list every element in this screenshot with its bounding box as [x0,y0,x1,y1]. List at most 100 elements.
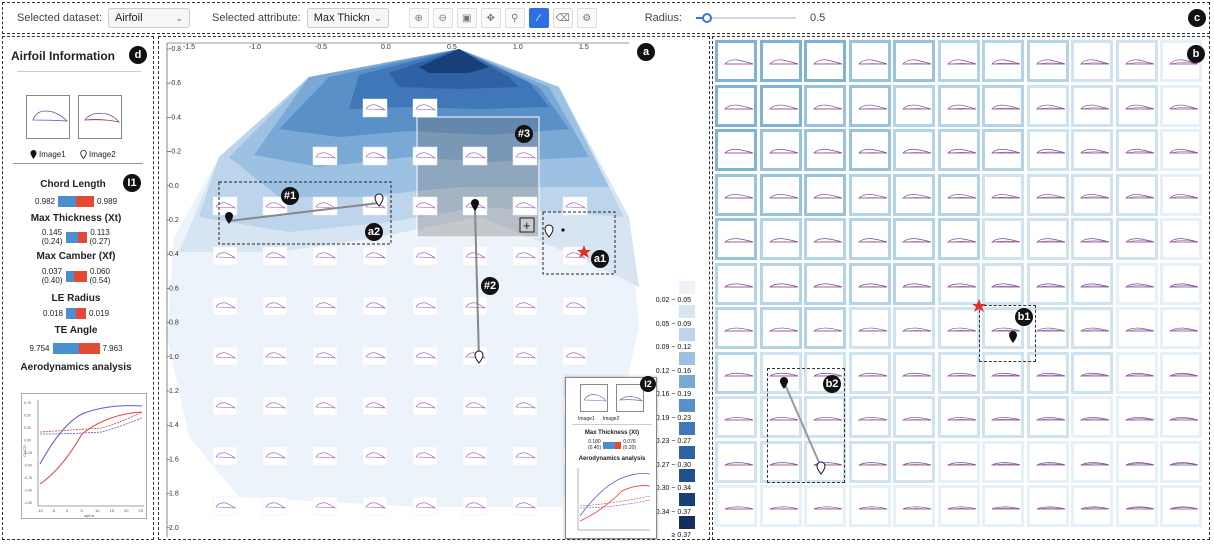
comparison-bar [58,196,94,207]
left-value: 9.754 [29,344,50,353]
airfoil-thumbnail[interactable] [412,296,438,316]
legend-label: 0.05 ~ 0.09 [655,320,691,328]
airfoil-thumbnail[interactable] [312,446,338,466]
legend-label: 0.12 ~ 0.16 [655,367,691,375]
airfoil-thumbnail[interactable] [262,496,288,516]
airfoil-thumbnail[interactable] [412,346,438,366]
airfoil-thumbnail[interactable] [512,496,538,516]
radius-slider[interactable] [695,12,796,24]
image1-label: Image1 [39,150,66,159]
chart-x-tick: 10 [95,508,100,513]
airfoil-thumbnail[interactable] [262,246,288,266]
airfoil-thumbnail[interactable] [212,396,238,416]
dataset-select[interactable]: Airfoil ⌄ [108,8,191,28]
airfoil-thumbnail[interactable] [312,146,338,166]
pan-icon[interactable]: ✥ [480,8,501,28]
legend-label: 0.02 ~ 0.05 [655,297,691,304]
airfoil-thumbnail[interactable] [262,446,288,466]
image1-legend: Image1 [30,150,66,159]
pin-icon[interactable]: ⚲ [504,8,525,28]
airfoil-thumbnail[interactable] [412,396,438,416]
attribute-value: Max Thickn [313,12,370,24]
settings-icon[interactable]: ⚙ [576,8,597,28]
zoom-out-icon[interactable]: ⊖ [432,8,453,28]
chart-y-tick: -0.50 [24,464,32,468]
x-tick-label: 1.0 [513,44,523,51]
airfoil-thumbnail[interactable] [512,296,538,316]
airfoil-thumbnail[interactable] [362,446,388,466]
eraser-icon[interactable]: ⌫ [552,8,573,28]
airfoil-thumbnail[interactable] [312,246,338,266]
dataset-label: Selected dataset: [17,12,103,24]
popup-image1-thumbnail[interactable] [580,384,608,412]
airfoil-thumbnail[interactable] [512,196,538,216]
right-value: 0.019 [89,309,110,318]
le-radius-title: LE Radius [51,293,101,304]
airfoil-thumbnail[interactable] [412,146,438,166]
badge-c: c [1188,9,1206,27]
popup-metric-title: Max Thickness (Xt) [584,430,640,436]
airfoil-thumbnail[interactable] [212,246,238,266]
legend-swatch [679,281,695,294]
airfoil-thumbnail[interactable] [212,296,238,316]
airfoil-thumbnail[interactable] [562,296,588,316]
airfoil-thumbnail[interactable] [362,346,388,366]
badge-a: a [637,43,655,61]
legend-swatch [679,304,695,318]
airfoil-thumbnail[interactable] [512,396,538,416]
legend-swatch [679,328,695,341]
airfoil-thumbnail[interactable] [412,246,438,266]
chart-y-tick: 0.25 [24,426,31,430]
badge-a1: a1 [591,250,609,268]
airfoil-thumbnail[interactable] [312,496,338,516]
left-value: 0.180 (0.40) [587,439,601,451]
airfoil-thumbnail[interactable] [362,496,388,516]
airfoil-thumbnail[interactable] [512,446,538,466]
airfoil-thumbnail[interactable] [562,346,588,366]
airfoil-thumbnail[interactable] [362,246,388,266]
airfoil-thumbnail[interactable] [512,346,538,366]
right-value: 0.076 (0.20) [623,439,637,451]
airfoil-thumbnail[interactable] [412,496,438,516]
airfoil-thumbnail[interactable] [462,396,488,416]
airfoil-thumbnail[interactable] [212,496,238,516]
attribute-select[interactable]: Max Thickn ⌄ [306,8,389,28]
zoom-in-icon[interactable]: ⊕ [408,8,429,28]
airfoil-thumbnail[interactable] [362,98,388,118]
airfoil-thumbnail[interactable] [362,396,388,416]
airfoil-thumbnail[interactable] [462,446,488,466]
airfoil-thumbnail[interactable] [262,296,288,316]
airfoil-thumbnail[interactable] [262,346,288,366]
popup-image2-thumbnail[interactable] [616,384,644,412]
projection-map-view[interactable]: -1.5 -1.0 -0.5 0.0 0.5 1.0 1.5 -0.8 -0.6 -0.4 -0.… [158,36,710,540]
max-camber-title: Max Camber (Xf) [36,251,116,262]
airfoil-thumbnail[interactable] [512,246,538,266]
badge-b1: b1 [1015,308,1033,326]
airfoil-thumbnail[interactable] [412,196,438,216]
airfoil-thumbnail[interactable] [462,496,488,516]
airfoil-thumbnail[interactable] [412,98,438,118]
airfoil-info-panel: Airfoil Information d Image1 Image2 I1 C… [2,36,154,540]
airfoil-thumbnail[interactable] [512,146,538,166]
airfoil-thumbnail[interactable] [212,446,238,466]
airfoil-thumbnail[interactable] [212,196,238,216]
airfoil-thumbnail[interactable] [362,146,388,166]
chart-y-tick: 0.00 [24,439,31,443]
fit-view-icon[interactable]: ▣ [456,8,477,28]
airfoil-thumbnail[interactable] [312,296,338,316]
comparison-popup[interactable]: I2 Image1 Image2 Max Thickness (Xt) 0.18… [565,376,657,539]
airfoil-thumbnail[interactable] [462,296,488,316]
airfoil-thumbnail[interactable] [412,446,438,466]
airfoil-thumbnail[interactable] [262,396,288,416]
airfoil-thumbnail[interactable] [362,296,388,316]
airfoil-thumbnail[interactable] [462,246,488,266]
airfoil-thumbnail[interactable] [462,146,488,166]
airfoil-thumbnail[interactable] [312,346,338,366]
image1-thumbnail[interactable] [26,95,70,139]
slider-thumb[interactable] [701,13,712,23]
airfoil-thumbnail[interactable] [312,396,338,416]
airfoil-thumbnail[interactable] [312,196,338,216]
image2-thumbnail[interactable] [78,95,122,139]
airfoil-thumbnail[interactable] [212,346,238,366]
draw-line-icon[interactable]: ∕ [528,8,549,28]
